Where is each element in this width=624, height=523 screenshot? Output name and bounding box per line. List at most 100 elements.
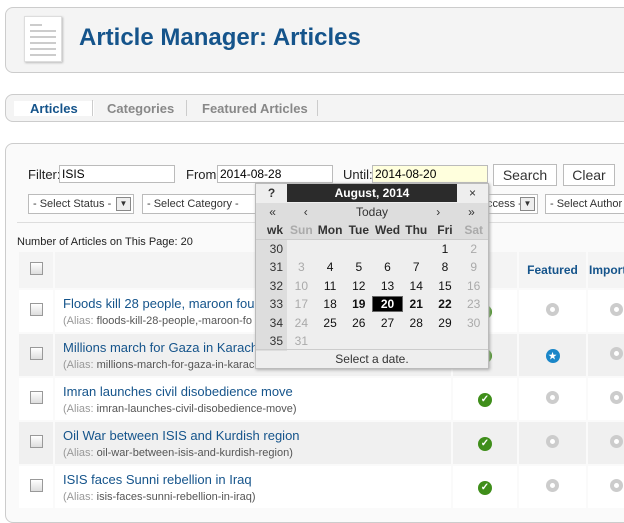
tab-featured-articles[interactable]: Featured Articles xyxy=(202,101,308,116)
weekday-label: Sun xyxy=(290,222,313,237)
calendar-day[interactable]: 10 xyxy=(287,279,316,293)
tab-articles[interactable]: Articles xyxy=(14,101,94,116)
calendar-day[interactable]: 27 xyxy=(373,316,402,330)
published-check-icon[interactable]: ✓ xyxy=(478,437,492,451)
not-important-icon[interactable] xyxy=(610,391,623,404)
article-alias: oil-war-between-isis-and-kurdish-region) xyxy=(96,446,293,459)
featured-cell xyxy=(519,378,586,420)
calendar-week: 30 1 2 xyxy=(256,239,488,258)
calendar-day[interactable]: 29 xyxy=(431,316,460,330)
calendar-day[interactable]: 25 xyxy=(316,316,345,330)
calendar-day[interactable]: 20 xyxy=(372,296,403,313)
row-checkbox[interactable] xyxy=(29,435,43,448)
row-checkbox[interactable] xyxy=(29,479,43,492)
not-featured-icon[interactable] xyxy=(546,391,559,404)
select-value: ccess - xyxy=(487,198,522,210)
search-button[interactable]: Search xyxy=(493,164,557,186)
calendar-day[interactable]: 13 xyxy=(373,279,402,293)
from-date-input[interactable] xyxy=(217,165,333,183)
calendar-day[interactable]: 18 xyxy=(316,297,345,311)
weekday-label: wk xyxy=(256,221,287,239)
status-select[interactable]: - Select Status - ▼ xyxy=(28,194,134,214)
close-button[interactable]: × xyxy=(457,186,488,200)
week-number: 30 xyxy=(256,239,287,258)
until-date-input[interactable] xyxy=(372,165,488,183)
calendar-day[interactable]: 8 xyxy=(431,260,460,274)
next-year-button[interactable]: » xyxy=(455,205,488,219)
calendar-day[interactable]: 12 xyxy=(344,279,373,293)
calendar-day[interactable]: 1 xyxy=(431,242,460,256)
tab-categories[interactable]: Categories xyxy=(107,101,174,116)
status-cell: ✓ xyxy=(453,378,517,420)
row-checkbox[interactable] xyxy=(29,303,43,316)
from-label: From: xyxy=(186,167,220,182)
calendar-day[interactable]: 11 xyxy=(316,279,345,293)
filter-label: Filter: xyxy=(28,167,61,182)
not-featured-icon[interactable] xyxy=(546,303,559,316)
calendar-day[interactable]: 15 xyxy=(431,279,460,293)
article-title-link[interactable]: ISIS faces Sunni rebellion in Iraq xyxy=(63,472,450,487)
calendar-day[interactable]: 31 xyxy=(287,334,316,348)
calendar-week: 32 10 11 12 13 14 15 16 xyxy=(256,276,488,295)
prev-month-button[interactable]: ‹ xyxy=(289,205,322,219)
article-title-link[interactable]: Imran launches civil disobedience move xyxy=(63,384,450,399)
calendar-day[interactable]: 14 xyxy=(402,279,431,293)
not-important-icon[interactable] xyxy=(610,347,623,360)
calendar-day[interactable]: 22 xyxy=(431,297,460,311)
featured-star-icon[interactable]: ★ xyxy=(545,348,560,363)
row-checkbox[interactable] xyxy=(29,347,43,360)
table-row: Imran launches civil disobedience move (… xyxy=(19,378,624,420)
status-cell: ✓ xyxy=(453,422,517,464)
calendar-day[interactable]: 2 xyxy=(459,242,488,256)
calendar-day[interactable]: 26 xyxy=(344,316,373,330)
alias-label: Alias: xyxy=(66,446,94,459)
not-featured-icon[interactable] xyxy=(546,479,559,492)
not-important-icon[interactable] xyxy=(610,435,623,448)
calendar-day[interactable]: 17 xyxy=(287,297,316,311)
featured-cell xyxy=(519,466,586,508)
prev-year-button[interactable]: « xyxy=(256,205,289,219)
next-month-button[interactable]: › xyxy=(422,205,455,219)
calendar-day[interactable]: 24 xyxy=(287,316,316,330)
calendar-day[interactable]: 7 xyxy=(402,260,431,274)
category-select[interactable]: - Select Category - xyxy=(142,194,262,214)
week-number: 34 xyxy=(256,313,287,332)
calendar-week: 35 31 xyxy=(256,332,488,351)
calendar-day[interactable]: 23 xyxy=(459,297,488,311)
week-number: 31 xyxy=(256,258,287,277)
calendar-day[interactable]: 21 xyxy=(402,297,431,311)
importance-cell xyxy=(588,290,624,332)
help-button[interactable]: ? xyxy=(256,186,287,200)
not-important-icon[interactable] xyxy=(610,303,623,316)
clear-button[interactable]: Clear xyxy=(563,164,615,186)
status-cell: ✓ xyxy=(453,466,517,508)
calendar-day[interactable]: 3 xyxy=(287,260,316,274)
article-alias: isis-faces-sunni-rebellion-in-iraq) xyxy=(96,490,256,503)
until-label: Until: xyxy=(343,167,373,182)
author-select[interactable]: - Select Author xyxy=(545,194,624,214)
calendar-day[interactable]: 4 xyxy=(316,260,345,274)
calendar-day[interactable]: 28 xyxy=(402,316,431,330)
calendar-title: August, 2014 xyxy=(287,184,457,203)
select-all-checkbox[interactable] xyxy=(29,262,43,275)
calendar-day[interactable]: 30 xyxy=(459,316,488,330)
article-title-link[interactable]: Oil War between ISIS and Kurdish region xyxy=(63,428,450,443)
calendar-day[interactable]: 5 xyxy=(344,260,373,274)
featured-header[interactable]: Featured xyxy=(519,252,586,288)
calendar-day[interactable]: 6 xyxy=(373,260,402,274)
row-checkbox[interactable] xyxy=(29,391,43,404)
filter-input[interactable] xyxy=(59,165,175,183)
submenu: Articles Categories Featured Articles xyxy=(5,94,624,122)
published-check-icon[interactable]: ✓ xyxy=(478,481,492,495)
published-check-icon[interactable]: ✓ xyxy=(478,393,492,407)
calendar-day[interactable]: 19 xyxy=(344,297,373,311)
row-checkbox-cell xyxy=(19,378,53,420)
calendar-day[interactable]: 9 xyxy=(459,260,488,274)
today-button[interactable]: Today xyxy=(322,205,421,219)
title-cell: Oil War between ISIS and Kurdish region … xyxy=(55,422,451,464)
calendar-day[interactable]: 16 xyxy=(459,279,488,293)
not-important-icon[interactable] xyxy=(610,479,623,492)
importance-cell xyxy=(588,422,624,464)
not-featured-icon[interactable] xyxy=(546,435,559,448)
importance-header[interactable]: Import xyxy=(588,252,624,288)
